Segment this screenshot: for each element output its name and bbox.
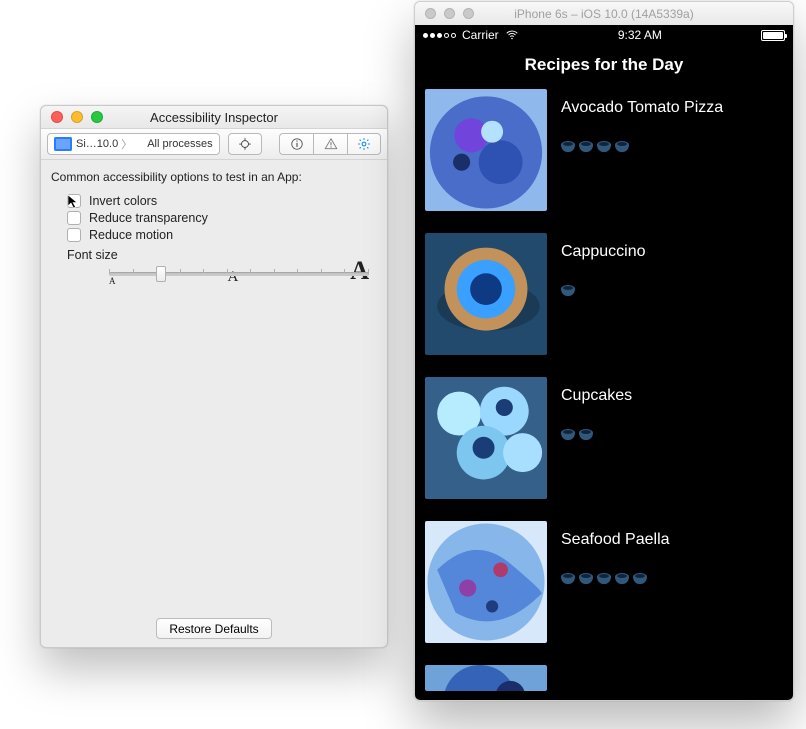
recipe-list[interactable]: Avocado Tomato Pizza <box>415 89 793 700</box>
signal-strength-icon <box>423 33 456 38</box>
option-label: Reduce transparency <box>89 211 208 225</box>
recipe-name: Cupcakes <box>561 387 632 405</box>
target-process-label: All processes <box>147 138 212 150</box>
recipe-rating <box>561 429 632 440</box>
recipe-name: Seafood Paella <box>561 531 670 549</box>
option-label: Invert colors <box>89 194 157 208</box>
recipe-rating <box>561 573 670 584</box>
recipe-row[interactable]: Avocado Tomato Pizza <box>425 89 783 211</box>
recipe-row[interactable]: Cappuccino <box>425 233 783 355</box>
recipe-rating <box>561 141 723 152</box>
battery-icon <box>761 30 785 41</box>
window-title: Accessibility Inspector <box>41 110 387 125</box>
simulator-titlebar[interactable]: iPhone 6s – iOS 10.0 (14A5339a) <box>415 2 793 25</box>
checkbox[interactable] <box>67 211 81 225</box>
wifi-icon <box>505 28 519 42</box>
element-inspection-button[interactable] <box>228 133 262 155</box>
info-icon <box>290 137 304 151</box>
recipe-thumbnail <box>425 233 547 355</box>
recipe-row[interactable]: Cupcakes <box>425 377 783 499</box>
recipe-name: Avocado Tomato Pizza <box>561 99 723 117</box>
restore-defaults-button[interactable]: Restore Defaults <box>156 618 271 639</box>
carrier-label: Carrier <box>462 28 499 42</box>
option-reduce-motion[interactable]: Reduce motion <box>67 228 377 242</box>
app-title: Recipes for the Day <box>415 45 793 89</box>
recipe-row[interactable]: Seafood Paella <box>425 521 783 643</box>
slider-knob[interactable] <box>156 266 166 282</box>
settings-tab-button[interactable] <box>347 133 381 155</box>
option-invert-colors[interactable]: Invert colors <box>67 194 377 208</box>
option-reduce-transparency[interactable]: Reduce transparency <box>67 211 377 225</box>
target-host-label: Si…10.0 <box>76 138 118 150</box>
section-heading: Common accessibility options to test in … <box>51 170 377 184</box>
recipe-name: Cappuccino <box>561 243 646 261</box>
status-bar: Carrier 9:32 AM <box>415 25 793 45</box>
checkbox[interactable] <box>67 228 81 242</box>
recipe-row[interactable] <box>425 665 783 691</box>
clock-label: 9:32 AM <box>618 28 662 42</box>
simulator-title: iPhone 6s – iOS 10.0 (14A5339a) <box>415 7 793 21</box>
simulator-icon <box>54 137 72 151</box>
audit-tab-button[interactable] <box>313 133 347 155</box>
accessibility-inspector-window: Accessibility Inspector Si…10.0 〉 All pr… <box>40 105 388 648</box>
checkbox[interactable] <box>67 194 81 208</box>
crosshair-icon <box>238 137 252 151</box>
inspection-target-picker[interactable]: Si…10.0 〉 All processes <box>47 133 220 155</box>
window-titlebar[interactable]: Accessibility Inspector <box>41 106 387 128</box>
option-label: Reduce motion <box>89 228 173 242</box>
cursor-icon <box>67 194 79 210</box>
device-screen: Carrier 9:32 AM Recipes for the Day <box>415 25 793 700</box>
ios-simulator-window: iPhone 6s – iOS 10.0 (14A5339a) Carrier … <box>414 1 794 701</box>
toolbar: Si…10.0 〉 All processes <box>41 128 387 160</box>
info-tab-button[interactable] <box>279 133 313 155</box>
chevron-right-icon: 〉 <box>118 136 135 152</box>
recipe-thumbnail <box>425 377 547 499</box>
font-size-slider[interactable] <box>109 272 369 276</box>
recipe-thumbnail <box>425 665 547 691</box>
recipe-thumbnail <box>425 89 547 211</box>
gear-icon <box>357 137 371 151</box>
recipe-rating <box>561 285 646 296</box>
recipe-thumbnail <box>425 521 547 643</box>
toolbar-tabs <box>279 133 381 155</box>
warning-icon <box>324 137 338 151</box>
